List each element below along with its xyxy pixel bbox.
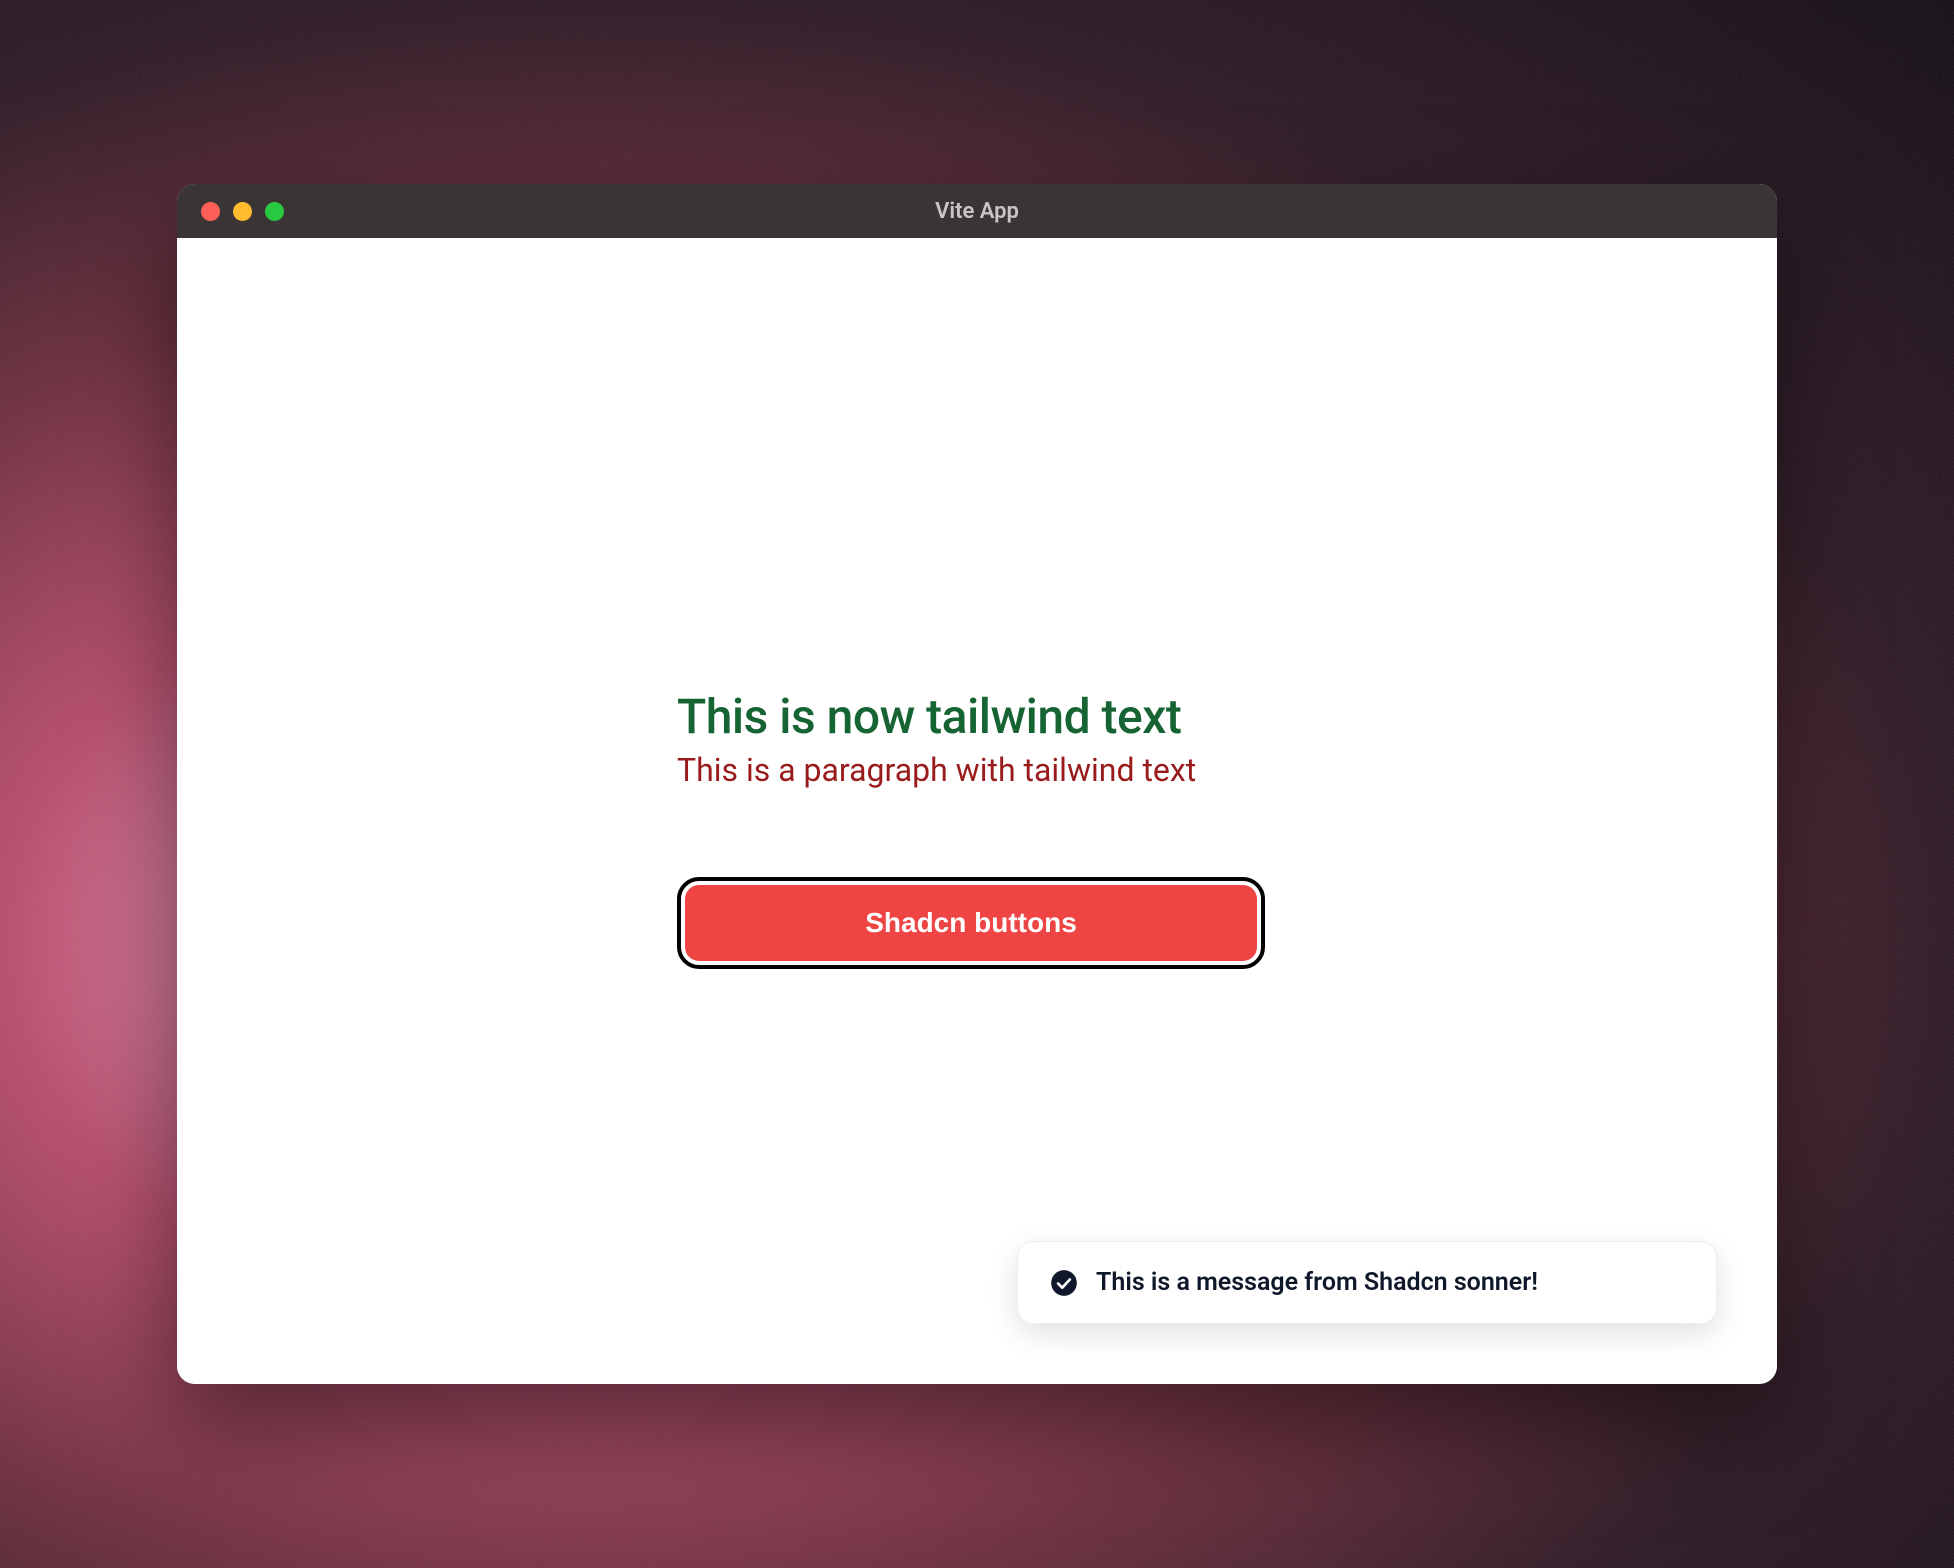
button-focus-ring: Shadcn buttons — [677, 877, 1265, 969]
app-window: Vite App This is now tailwind text This … — [177, 184, 1777, 1384]
content-area: This is now tailwind text This is a para… — [177, 238, 1777, 1384]
traffic-lights — [177, 202, 284, 221]
page-heading: This is now tailwind text — [677, 688, 1777, 745]
maximize-icon[interactable] — [265, 202, 284, 221]
titlebar: Vite App — [177, 184, 1777, 238]
close-icon[interactable] — [201, 202, 220, 221]
page-paragraph: This is a paragraph with tailwind text — [677, 751, 1777, 789]
shadcn-button[interactable]: Shadcn buttons — [685, 885, 1257, 961]
check-circle-icon — [1050, 1269, 1078, 1297]
toast-notification[interactable]: This is a message from Shadcn sonner! — [1017, 1241, 1717, 1324]
toast-message: This is a message from Shadcn sonner! — [1096, 1268, 1538, 1297]
window-title: Vite App — [935, 199, 1019, 224]
minimize-icon[interactable] — [233, 202, 252, 221]
